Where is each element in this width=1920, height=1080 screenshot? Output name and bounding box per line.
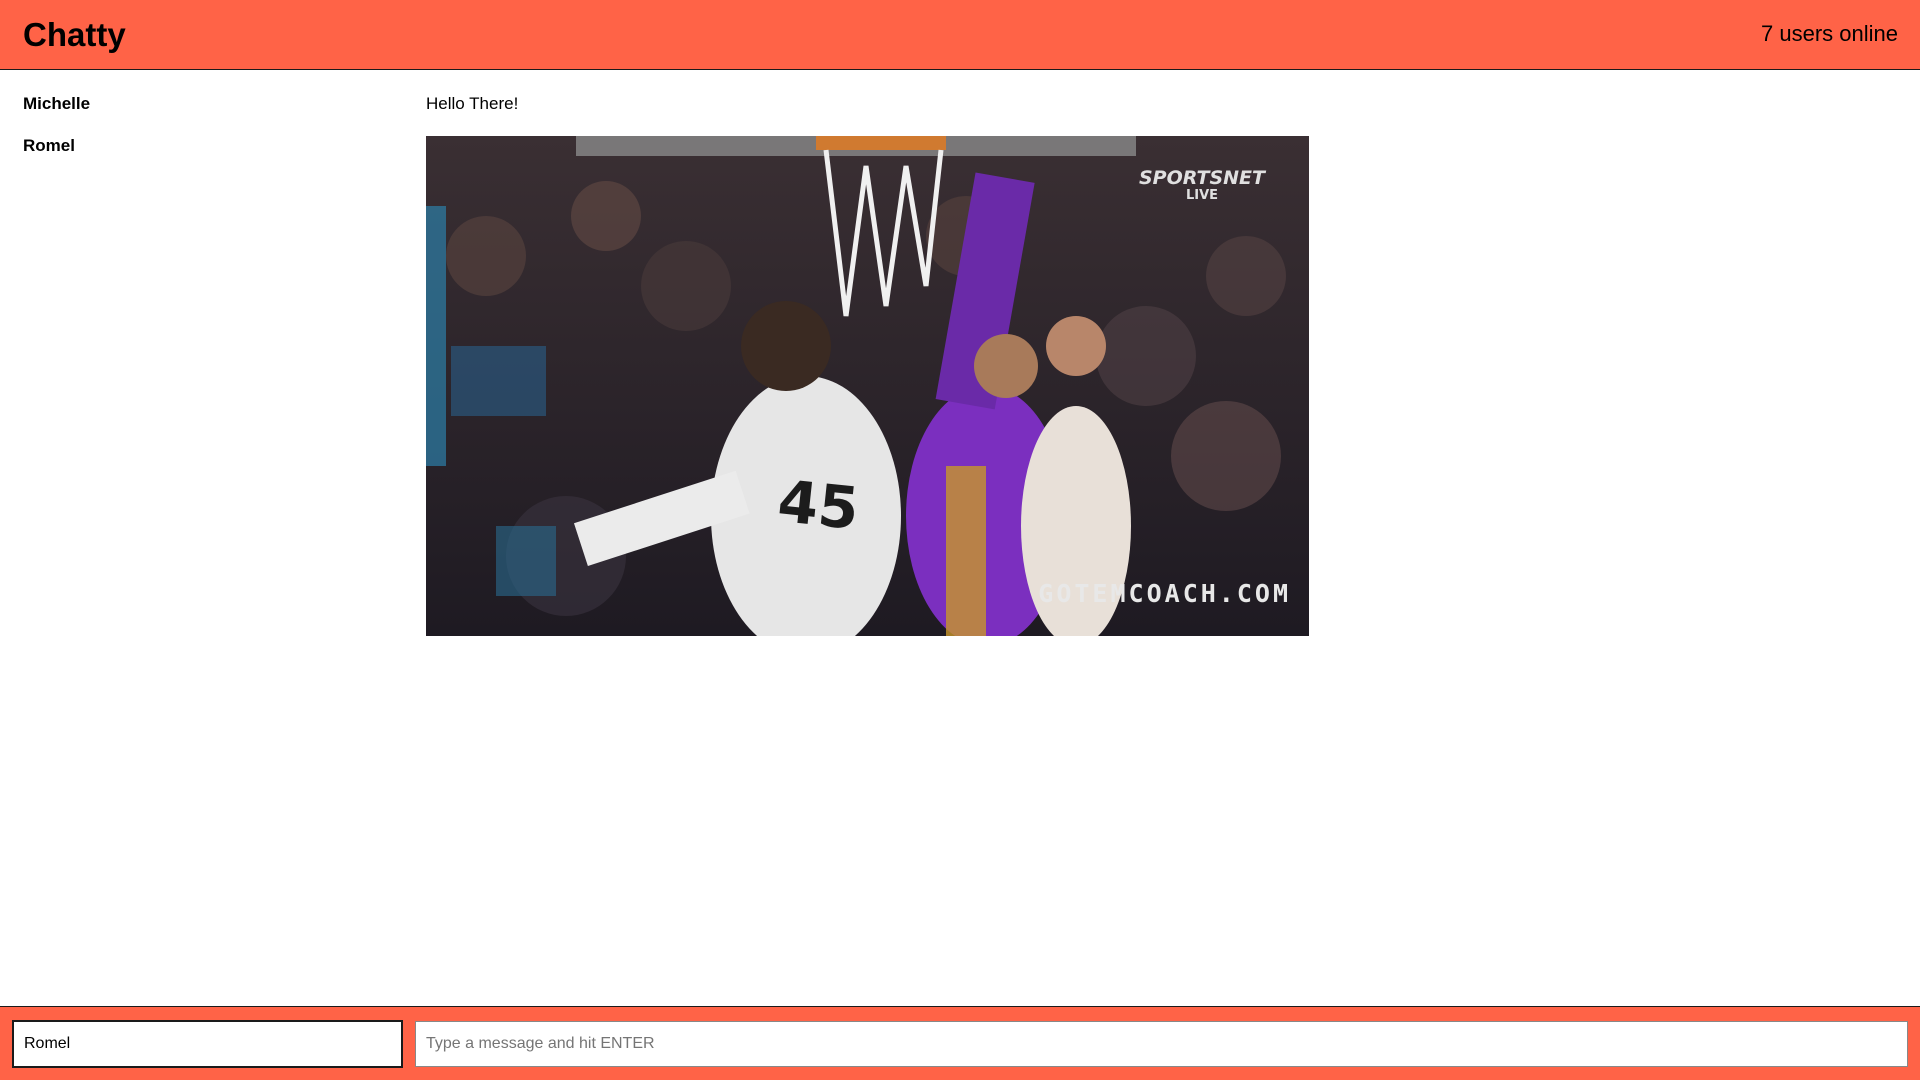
online-users-count: 7 users online (1761, 21, 1898, 46)
message-username: Romel (23, 136, 75, 155)
message-username: Michelle (23, 94, 91, 113)
jersey-number: 45 (774, 466, 863, 544)
app-header: Chatty 7 users online (0, 0, 1920, 70)
app-title: Chatty (23, 16, 126, 53)
message-input[interactable] (415, 1021, 1908, 1067)
broadcast-logo: SPORTSNET LIVE (1138, 167, 1265, 204)
message-text: Hello There! (426, 94, 519, 113)
username-input[interactable] (12, 1020, 403, 1068)
basketball-gif-image (426, 136, 1309, 636)
message-list: Michelle Hello There! Romel SPORTSNET LI… (0, 71, 1920, 1006)
message-image[interactable]: SPORTSNET LIVE 45 GOTEMCOACH.COM (426, 136, 1309, 636)
chat-bar (0, 1006, 1920, 1080)
image-watermark: GOTEMCOACH.COM (1038, 579, 1291, 608)
